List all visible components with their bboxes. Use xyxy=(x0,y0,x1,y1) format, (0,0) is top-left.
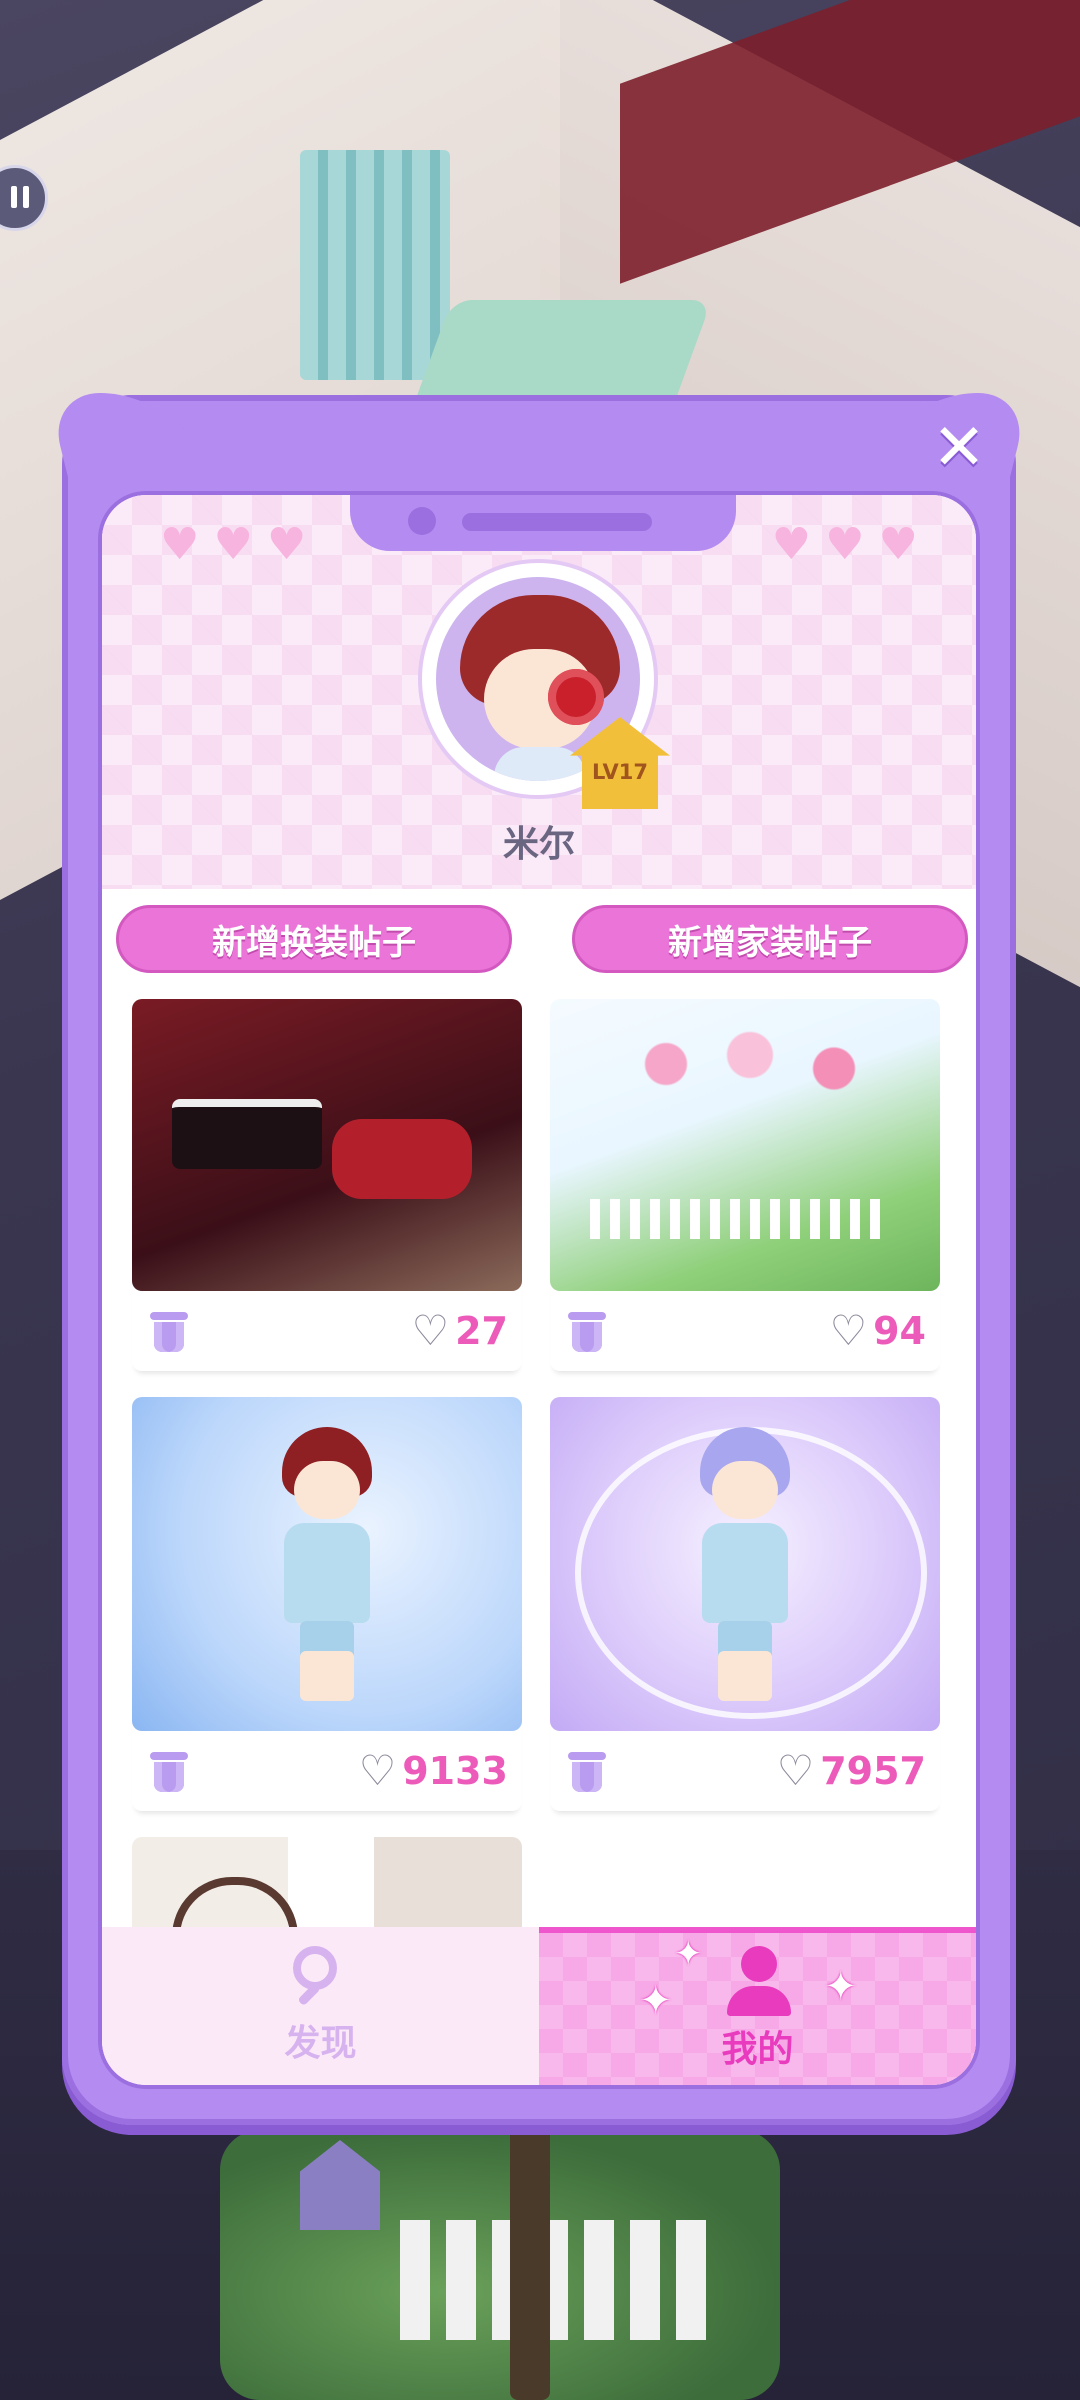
sparkle-icon: ✦ xyxy=(639,1978,673,2024)
heart-outline-icon: ♡ xyxy=(411,1306,450,1355)
like-count: 7957 xyxy=(820,1749,926,1793)
post-thumbnail[interactable] xyxy=(132,1397,522,1731)
new-outfit-post-button[interactable]: 新增换装帖子 xyxy=(116,905,512,973)
tab-mine[interactable]: ✦ ✦ ✦ 我的 xyxy=(539,1927,976,2085)
post-card[interactable]: ♡ 27 xyxy=(132,999,522,1371)
person-icon xyxy=(723,1946,793,2016)
like-counter: ♡ 7957 xyxy=(777,1749,926,1793)
heart-outline-icon: ♡ xyxy=(829,1306,868,1355)
new-home-post-button[interactable]: 新增家装帖子 xyxy=(572,905,968,973)
outfit-character xyxy=(272,1427,382,1717)
post-footer: ♡ 7957 xyxy=(550,1731,940,1811)
tab-discover[interactable]: 发现 xyxy=(102,1927,539,2085)
decor-hearts-left: ♥ ♥ ♥ xyxy=(160,523,306,567)
trash-icon[interactable] xyxy=(146,1748,192,1794)
heart-outline-icon: ♡ xyxy=(358,1746,397,1795)
window-curtain xyxy=(300,150,450,380)
post-footer: ♡ 27 xyxy=(132,1291,522,1371)
heart-icon: ♥ xyxy=(266,519,307,570)
outfit-character xyxy=(690,1427,800,1717)
street-lamp xyxy=(510,2120,550,2400)
heart-icon: ♥ xyxy=(825,519,865,570)
dialog-content: ♥ ♥ ♥ ♥ ♥ ♥ LV17 米尔 新增换装帖子 新增家装帖子 ♡ 27 ♡… xyxy=(98,491,980,2089)
post-thumbnail[interactable] xyxy=(550,1397,940,1731)
trash-icon[interactable] xyxy=(564,1308,610,1354)
profile-header: ♥ ♥ ♥ ♥ ♥ ♥ LV17 米尔 xyxy=(102,495,976,889)
username: 米尔 xyxy=(502,824,575,865)
tab-discover-label: 发现 xyxy=(284,2023,357,2064)
heart-icon: ♥ xyxy=(878,519,918,570)
like-counter: ♡ 94 xyxy=(829,1309,926,1353)
sparkle-icon: ✦ xyxy=(824,1964,858,2010)
post-thumbnail[interactable] xyxy=(550,999,940,1291)
tab-mine-label: 我的 xyxy=(721,2029,794,2070)
close-button[interactable]: ✕ xyxy=(920,409,998,487)
post-thumbnail[interactable] xyxy=(132,999,522,1291)
decor-hearts-right: ♥ ♥ ♥ xyxy=(772,523,918,567)
post-footer: ♡ 9133 xyxy=(132,1731,522,1811)
profile-dialog: ✕ ♥ ♥ ♥ ♥ ♥ ♥ LV17 米尔 新增换装帖子 新增家装帖子 ♡ 27… xyxy=(47,393,1031,2125)
like-counter: ♡ 27 xyxy=(411,1309,508,1353)
like-count: 27 xyxy=(455,1309,508,1353)
post-footer: ♡ 94 xyxy=(550,1291,940,1371)
trash-icon[interactable] xyxy=(564,1748,610,1794)
like-count: 94 xyxy=(873,1309,926,1353)
my-posts-grid: ♡ 27 ♡ 94 ♡ 9133 ♡ 7957 xyxy=(132,999,952,2037)
post-actions: 新增换装帖子 新增家装帖子 xyxy=(116,905,968,973)
close-icon: ✕ xyxy=(932,411,986,485)
garden-fence xyxy=(400,2220,720,2340)
heart-icon: ♥ xyxy=(213,519,253,570)
trash-icon[interactable] xyxy=(146,1308,192,1354)
post-card[interactable]: ♡ 94 xyxy=(550,999,940,1371)
heart-icon: ♥ xyxy=(160,519,200,570)
bottom-tab-bar: 发现 ✦ ✦ ✦ 我的 xyxy=(102,1927,976,2085)
like-counter: ♡ 9133 xyxy=(359,1749,508,1793)
post-card[interactable]: ♡ 9133 xyxy=(132,1397,522,1811)
search-icon xyxy=(289,1946,353,2010)
like-count: 9133 xyxy=(402,1749,508,1793)
rose-eyepatch xyxy=(548,669,604,725)
sparkle-icon: ✦ xyxy=(674,1934,703,1974)
heart-outline-icon: ♡ xyxy=(776,1746,815,1795)
post-card[interactable]: ♡ 7957 xyxy=(550,1397,940,1811)
dialog-notch xyxy=(350,495,736,551)
heart-icon: ♥ xyxy=(771,519,812,570)
